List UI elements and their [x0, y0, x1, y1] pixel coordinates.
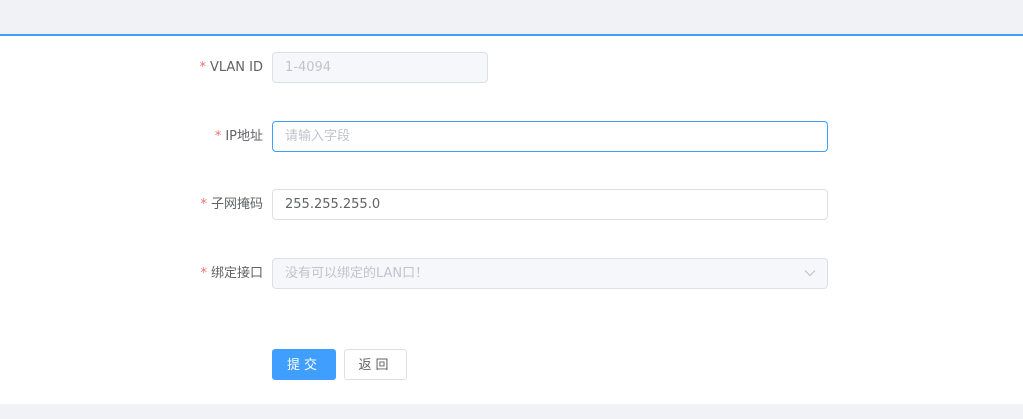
- required-mark: *: [200, 266, 207, 281]
- form-row-vlan-id: * VLAN ID: [0, 52, 1023, 83]
- ip-label: * IP地址: [215, 121, 263, 152]
- vlan-id-label: * VLAN ID: [199, 52, 263, 83]
- subnet-mask-input[interactable]: [272, 189, 828, 220]
- form-row-interface: * 绑定接口: [0, 258, 1023, 289]
- form-row-ip: * IP地址: [0, 121, 1023, 152]
- bind-interface-select-input[interactable]: [272, 258, 828, 289]
- subnet-mask-label-text: 子网掩码: [210, 197, 263, 212]
- bind-interface-select[interactable]: [272, 258, 828, 289]
- form-row-mask: * 子网掩码: [0, 189, 1023, 220]
- page-footer-area: [0, 404, 1023, 419]
- chevron-down-icon: [804, 270, 816, 277]
- submit-button[interactable]: 提交: [272, 349, 336, 380]
- ip-label-text: IP地址: [225, 129, 263, 144]
- back-button[interactable]: 返回: [344, 349, 407, 380]
- vlan-id-label-text: VLAN ID: [209, 60, 263, 75]
- bind-interface-label: * 绑定接口: [200, 258, 263, 289]
- ip-address-input[interactable]: [272, 121, 828, 152]
- header-accent-line: [0, 34, 1023, 36]
- required-mark: *: [214, 129, 222, 144]
- required-mark: *: [199, 60, 206, 75]
- vlan-id-input[interactable]: [272, 52, 488, 83]
- bind-interface-label-text: 绑定接口: [210, 266, 263, 281]
- subnet-mask-label: * 子网掩码: [200, 189, 263, 220]
- page-header-area: [0, 0, 1023, 34]
- required-mark: *: [200, 197, 207, 212]
